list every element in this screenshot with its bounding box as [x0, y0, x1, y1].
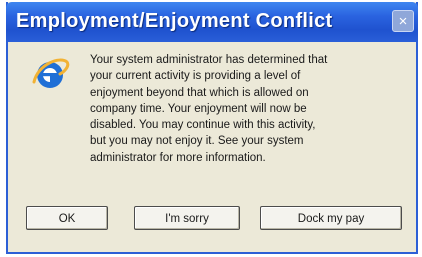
message-line: disabled. You may continue with this act…: [90, 119, 316, 132]
dock-my-pay-button[interactable]: Dock my pay: [260, 206, 402, 230]
im-sorry-button[interactable]: I'm sorry: [134, 206, 240, 230]
message-line: but you may not enjoy it. See your syste…: [90, 135, 304, 148]
message-line: company time. Your enjoyment will now be: [90, 102, 307, 115]
ok-button[interactable]: OK: [26, 206, 108, 230]
message-line: enjoyment beyond that which is allowed o…: [90, 86, 309, 99]
message-line: your current activity is providing a lev…: [90, 70, 301, 83]
internet-explorer-icon: [32, 58, 70, 88]
dialog-message: Your system administrator has determined…: [90, 52, 400, 166]
close-button[interactable]: ×: [392, 10, 414, 32]
message-line: administrator for more information.: [90, 151, 266, 164]
conflict-dialog: Employment/Enjoyment Conflict × Your sys…: [6, 2, 418, 254]
dialog-title: Employment/Enjoyment Conflict: [16, 10, 333, 32]
message-line: Your system administrator has determined…: [90, 54, 328, 66]
title-bar[interactable]: Employment/Enjoyment Conflict ×: [6, 2, 418, 42]
close-icon: ×: [398, 13, 408, 30]
